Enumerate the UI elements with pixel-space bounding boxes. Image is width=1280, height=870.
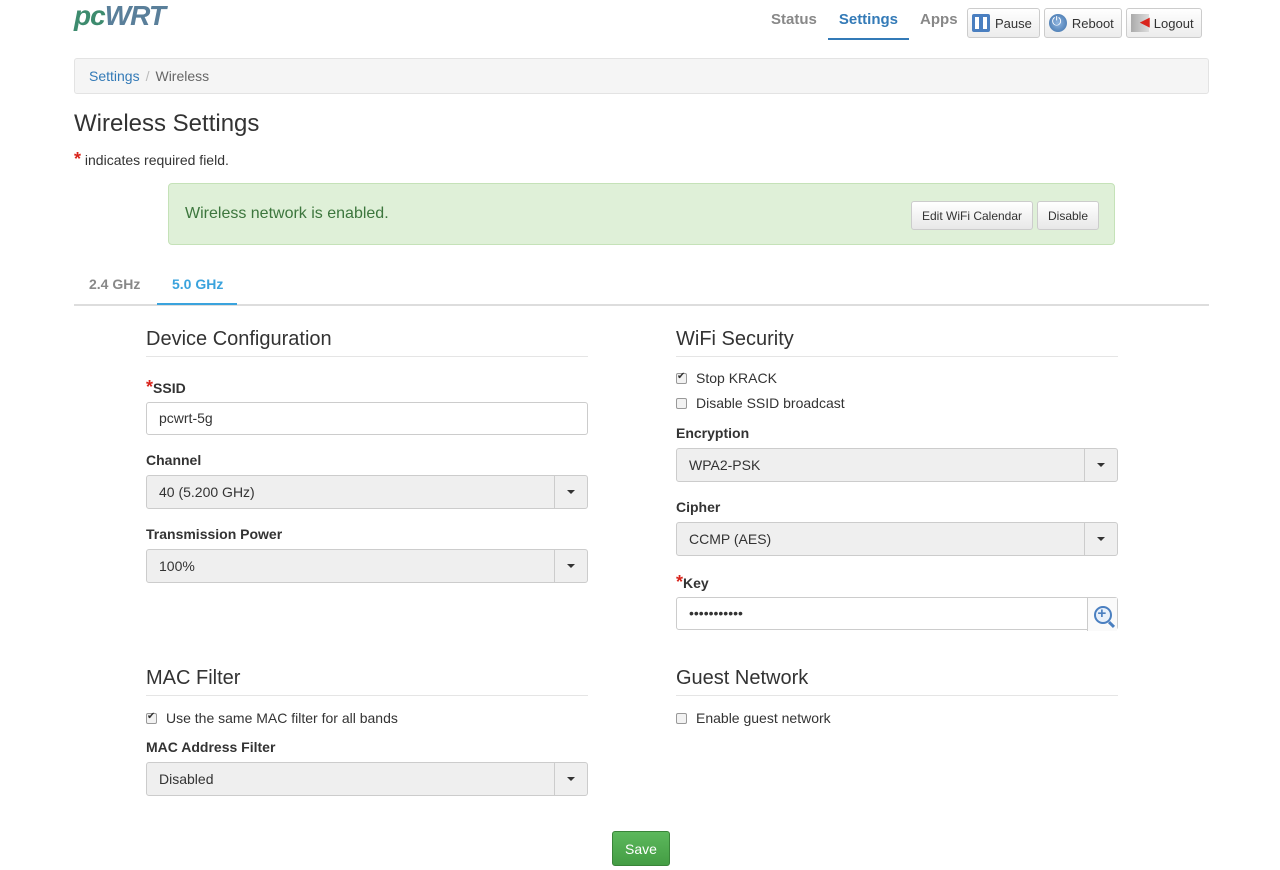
logout-button[interactable]: Logout (1125, 8, 1202, 38)
top-navigation: Status Settings Apps (760, 10, 969, 40)
channel-label: Channel (146, 452, 202, 468)
disable-wireless-button[interactable]: Disable (1037, 201, 1099, 230)
chevron-down-icon (554, 763, 587, 795)
logout-icon (1130, 14, 1150, 32)
mac-filter-heading: MAC Filter (146, 667, 241, 689)
ssid-label: *SSID (146, 377, 186, 397)
chevron-down-icon (1084, 449, 1117, 481)
show-key-button[interactable] (1087, 598, 1117, 631)
section-divider (146, 356, 588, 357)
reboot-button[interactable]: Reboot (1043, 8, 1122, 38)
mac-address-filter-select[interactable]: Disabled (146, 762, 588, 796)
device-config-heading: Device Configuration (146, 328, 332, 350)
same-mac-filter-row: Use the same MAC filter for all bands (146, 710, 398, 726)
page-title: Wireless Settings (74, 110, 260, 137)
power-icon (1048, 14, 1067, 32)
disable-ssid-broadcast-checkbox[interactable] (676, 397, 687, 409)
encryption-label: Encryption (676, 425, 750, 441)
breadcrumb-settings[interactable]: Settings (89, 68, 140, 84)
section-divider (676, 695, 1118, 696)
nav-status[interactable]: Status (760, 10, 828, 40)
transmission-power-select[interactable]: 100% (146, 549, 588, 583)
enable-guest-network-checkbox[interactable] (676, 712, 687, 724)
edit-wifi-calendar-button[interactable]: Edit WiFi Calendar (911, 201, 1033, 230)
encryption-select[interactable]: WPA2-PSK (676, 448, 1118, 482)
disable-ssid-row: Disable SSID broadcast (676, 395, 845, 411)
save-button[interactable]: Save (612, 831, 670, 866)
transmission-power-label: Transmission Power (146, 526, 283, 542)
key-input[interactable]: ••••••••••• (676, 597, 1118, 631)
pause-button[interactable]: Pause (967, 8, 1040, 38)
guest-network-row: Enable guest network (676, 710, 831, 726)
ssid-input[interactable]: pcwrt-5g (146, 402, 588, 435)
nav-apps[interactable]: Apps (909, 10, 969, 40)
section-divider (146, 695, 588, 696)
band-tabs: 2.4 GHz 5.0 GHz (74, 268, 1209, 306)
tab-5-0-ghz[interactable]: 5.0 GHz (172, 276, 223, 292)
stop-krack-row: Stop KRACK (676, 370, 777, 386)
wifi-security-heading: WiFi Security (676, 328, 794, 350)
cipher-label: Cipher (676, 499, 721, 515)
pause-icon (972, 14, 990, 32)
same-mac-filter-checkbox[interactable] (146, 711, 157, 724)
cipher-select[interactable]: CCMP (AES) (676, 522, 1118, 556)
pcwrt-logo: pcWRT (74, 0, 166, 31)
section-divider (676, 356, 1118, 357)
header-buttons: Pause Reboot Logout (967, 8, 1202, 38)
breadcrumb: Settings / Wireless (74, 58, 1209, 94)
chevron-down-icon (1084, 523, 1117, 555)
wireless-status-alert: Wireless network is enabled. Edit WiFi C… (168, 183, 1115, 245)
alert-message: Wireless network is enabled. (185, 205, 389, 222)
active-tab-indicator (157, 303, 237, 305)
chevron-down-icon (554, 476, 587, 508)
stop-krack-checkbox[interactable] (676, 371, 687, 384)
channel-select[interactable]: 40 (5.200 GHz) (146, 475, 588, 509)
zoom-in-icon (1093, 605, 1112, 624)
breadcrumb-current: Wireless (155, 68, 210, 84)
guest-network-heading: Guest Network (676, 667, 809, 689)
tab-2-4-ghz[interactable]: 2.4 GHz (89, 276, 140, 292)
required-note: * indicates required field. (74, 149, 229, 169)
key-label: *Key (676, 572, 709, 592)
required-star: * (74, 149, 82, 169)
nav-settings[interactable]: Settings (827, 10, 910, 40)
chevron-down-icon (554, 550, 587, 582)
mac-address-filter-label: MAC Address Filter (146, 739, 276, 755)
